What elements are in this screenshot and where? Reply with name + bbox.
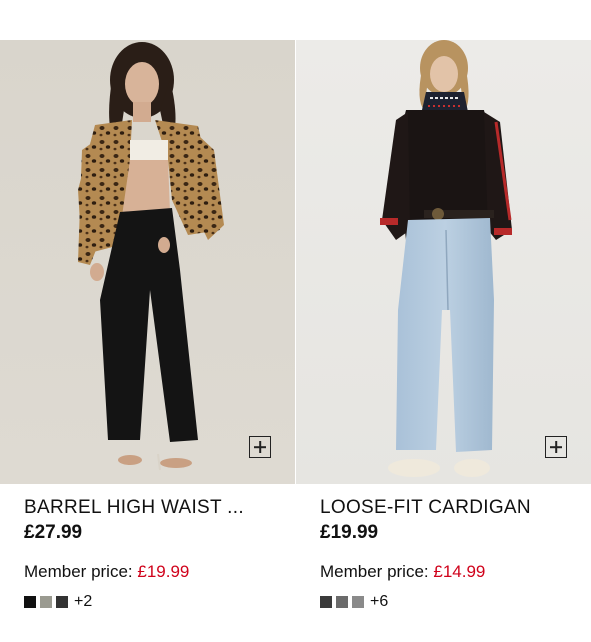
product-price: £19.99 <box>320 522 379 543</box>
product-image[interactable] <box>296 40 591 484</box>
product-grid: BARREL HIGH WAIST ... £27.99 Member pric… <box>0 40 591 611</box>
product-price: £27.99 <box>24 522 83 543</box>
more-colors-count[interactable]: +2 <box>74 593 92 611</box>
color-swatch[interactable] <box>56 596 68 608</box>
member-price-line: Member price: £14.99 <box>320 561 591 583</box>
color-swatch[interactable] <box>320 596 332 608</box>
model-photo-black-cardigan <box>296 40 591 484</box>
product-info: BARREL HIGH WAIST ... £27.99 Member pric… <box>0 484 295 611</box>
color-swatches: +2 <box>24 593 295 611</box>
color-swatches: +6 <box>320 593 591 611</box>
quick-add-icon[interactable] <box>249 436 271 458</box>
member-price-label: Member price: <box>24 562 138 581</box>
more-colors-count[interactable]: +6 <box>370 593 388 611</box>
color-swatch[interactable] <box>336 596 348 608</box>
product-title[interactable]: BARREL HIGH WAIST ... <box>24 496 286 520</box>
product-image[interactable] <box>0 40 295 484</box>
product-title[interactable]: LOOSE-FIT CARDIGAN <box>320 496 582 520</box>
product-info: LOOSE-FIT CARDIGAN £19.99 Member price: … <box>296 484 591 611</box>
product-card[interactable]: LOOSE-FIT CARDIGAN £19.99 Member price: … <box>296 40 591 611</box>
color-swatch[interactable] <box>352 596 364 608</box>
member-price-label: Member price: <box>320 562 434 581</box>
model-photo-leopard-jacket <box>0 40 295 484</box>
member-price-value: £14.99 <box>433 562 486 581</box>
color-swatch[interactable] <box>24 596 36 608</box>
color-swatch[interactable] <box>40 596 52 608</box>
product-card[interactable]: BARREL HIGH WAIST ... £27.99 Member pric… <box>0 40 295 611</box>
quick-add-icon[interactable] <box>545 436 567 458</box>
member-price-value: £19.99 <box>137 562 190 581</box>
member-price-line: Member price: £19.99 <box>24 561 295 583</box>
